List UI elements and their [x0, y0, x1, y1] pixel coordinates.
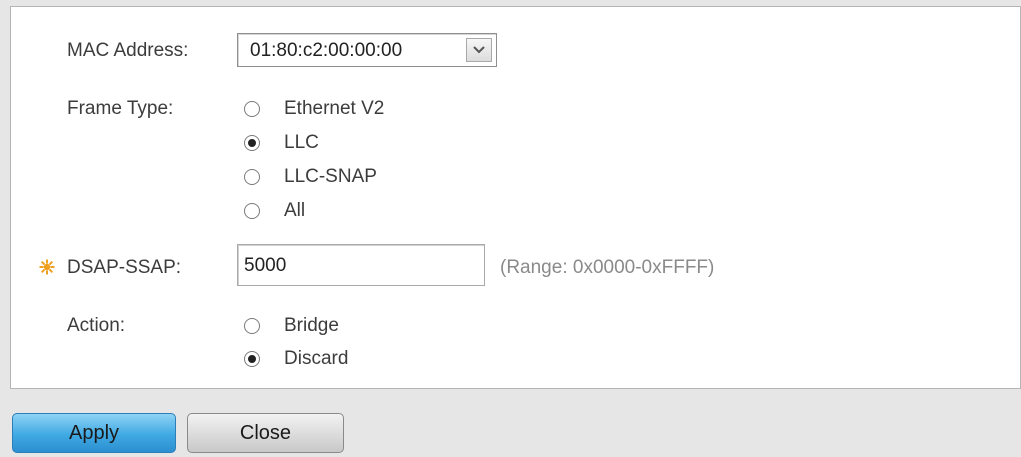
dsap-ssap-input[interactable]: [244, 255, 474, 277]
radio-button-checked[interactable]: [244, 135, 260, 151]
frame-type-option-label: LLC: [284, 132, 319, 153]
chevron-down-icon[interactable]: [466, 38, 492, 62]
frame-type-option-ethernet-v2[interactable]: Ethernet V2: [244, 98, 384, 120]
action-label: Action:: [67, 315, 126, 336]
radio-button[interactable]: [244, 203, 260, 219]
dsap-ssap-range-hint: (Range: 0x0000-0xFFFF): [500, 257, 715, 278]
frame-type-option-label: Ethernet V2: [284, 98, 385, 119]
action-option-discard[interactable]: Discard: [244, 348, 348, 370]
close-button[interactable]: Close: [187, 413, 344, 453]
radio-button[interactable]: [244, 318, 260, 334]
form-panel: [10, 6, 1021, 389]
apply-button[interactable]: Apply: [12, 413, 176, 453]
frame-type-option-label: All: [284, 200, 306, 221]
frame-type-option-label: LLC-SNAP: [284, 166, 377, 187]
dsap-ssap-label: DSAP-SSAP:: [67, 257, 182, 278]
frame-type-option-all[interactable]: All: [244, 200, 305, 222]
mac-address-label: MAC Address:: [67, 40, 189, 61]
mac-address-select[interactable]: 01:80:c2:00:00:00: [237, 33, 497, 67]
radio-button[interactable]: [244, 101, 260, 117]
action-option-bridge[interactable]: Bridge: [244, 315, 339, 337]
radio-button-checked[interactable]: [244, 351, 260, 367]
action-option-label: Bridge: [284, 315, 339, 336]
action-option-label: Discard: [284, 348, 349, 369]
required-asterisk-icon: [39, 259, 55, 275]
frame-type-option-llc[interactable]: LLC: [244, 132, 319, 154]
frame-type-option-llc-snap[interactable]: LLC-SNAP: [244, 166, 377, 188]
radio-button[interactable]: [244, 169, 260, 185]
dsap-ssap-field[interactable]: [237, 244, 485, 286]
mac-address-value: 01:80:c2:00:00:00: [250, 40, 403, 61]
frame-type-label: Frame Type:: [67, 98, 174, 119]
